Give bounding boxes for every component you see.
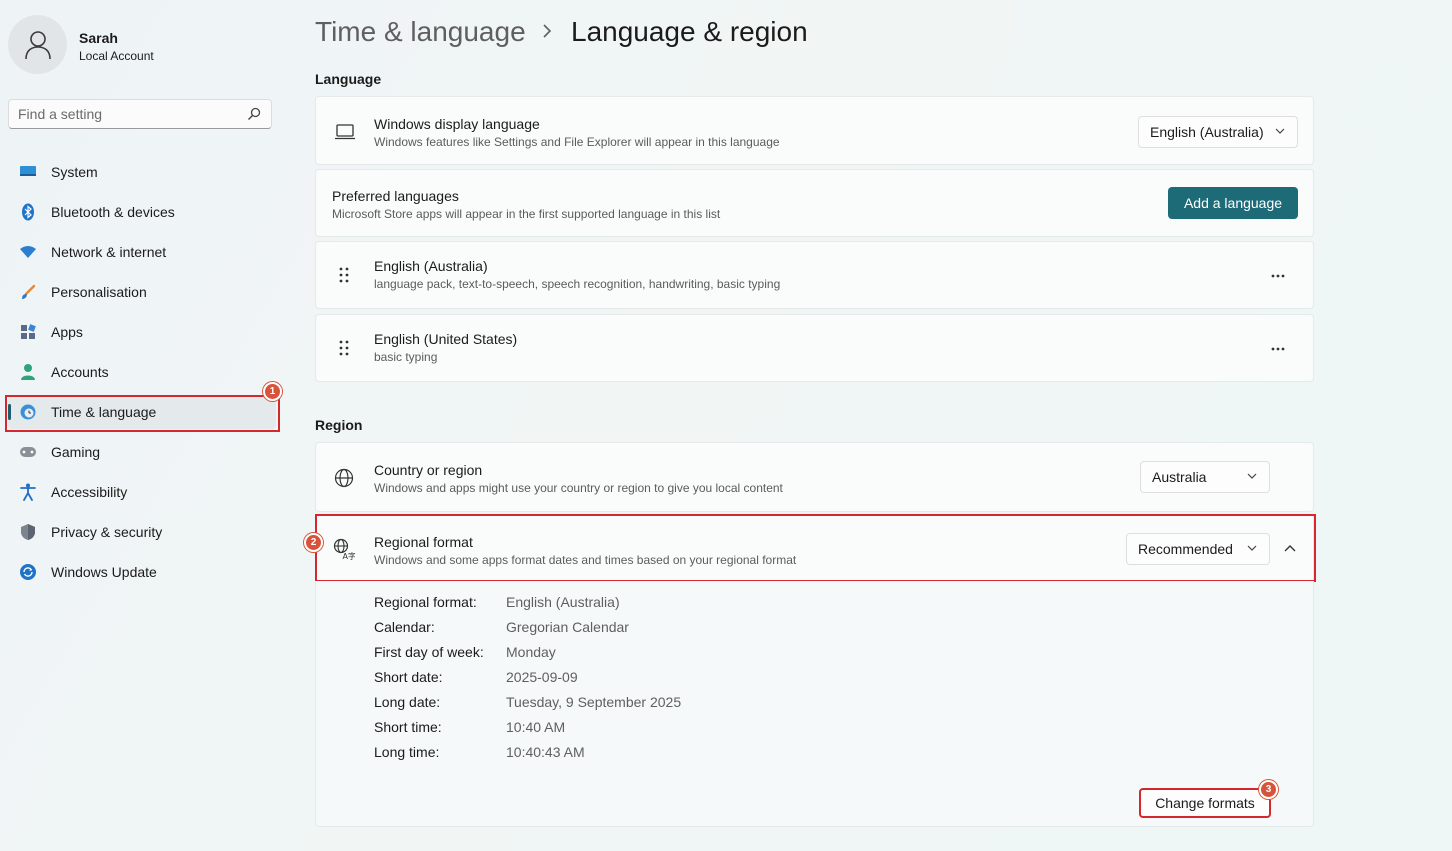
system-icon — [18, 162, 38, 182]
detail-label: Short time: — [374, 719, 442, 735]
avatar[interactable] — [8, 15, 67, 74]
breadcrumb-parent[interactable]: Time & language — [315, 16, 526, 48]
search-icon[interactable] — [247, 107, 261, 121]
detail-value: 2025-09-09 — [506, 669, 578, 685]
display-language-card: Windows display language Windows feature… — [315, 96, 1314, 165]
highlight-box-regional-format — [315, 514, 1316, 582]
country-region-dropdown[interactable]: Australia — [1140, 461, 1270, 493]
dropdown-value: Australia — [1152, 469, 1207, 485]
display-language-title: Windows display language — [374, 116, 540, 132]
section-title-language: Language — [315, 71, 382, 87]
sidebar-item-label: Accessibility — [51, 484, 128, 500]
user-name: Sarah — [79, 30, 118, 46]
section-title-region: Region — [315, 417, 363, 433]
user-icon — [24, 30, 51, 59]
detail-value: 10:40 AM — [506, 719, 566, 735]
chevron-right-icon — [543, 24, 552, 38]
detail-value: Monday — [506, 644, 556, 660]
change-formats-button[interactable]: Change formats — [1139, 788, 1271, 818]
detail-value: 10:40:43 AM — [506, 744, 585, 760]
more-options-icon[interactable] — [1271, 274, 1285, 278]
bluetooth-icon — [18, 202, 38, 222]
dropdown-value: English (Australia) — [1150, 124, 1264, 140]
sidebar-item-label: Privacy & security — [51, 524, 163, 540]
language-features: basic typing — [374, 350, 438, 364]
sidebar-item-apps[interactable]: Apps — [8, 315, 276, 349]
sidebar-item-bluetooth[interactable]: Bluetooth & devices — [8, 195, 276, 229]
annotation-badge-1: 1 — [263, 382, 282, 401]
detail-value: Tuesday, 9 September 2025 — [506, 694, 682, 710]
sidebar-item-label: Network & internet — [51, 244, 167, 260]
country-region-title: Country or region — [374, 462, 483, 478]
accounts-icon — [18, 362, 38, 382]
preferred-languages-description: Microsoft Store apps will appear in the … — [332, 207, 721, 221]
highlight-box-time-language — [5, 395, 280, 432]
sidebar-item-accounts[interactable]: Accounts — [8, 355, 276, 389]
more-options-icon[interactable] — [1271, 347, 1285, 351]
accessibility-icon — [18, 482, 38, 502]
globe-icon — [334, 468, 354, 488]
detail-label: First day of week: — [374, 644, 484, 660]
preferred-languages-card: Preferred languages Microsoft Store apps… — [315, 169, 1314, 237]
search-box[interactable] — [8, 99, 272, 129]
page-title: Language & region — [571, 16, 808, 47]
apps-icon — [18, 322, 38, 342]
sidebar-item-windows-update[interactable]: Windows Update — [8, 555, 276, 589]
sidebar-item-gaming[interactable]: Gaming — [8, 435, 276, 469]
update-icon — [18, 562, 38, 582]
gamepad-icon — [18, 442, 38, 462]
annotation-badge-2: 2 — [304, 533, 323, 552]
add-language-button[interactable]: Add a language — [1168, 187, 1298, 219]
sidebar-item-accessibility[interactable]: Accessibility — [8, 475, 276, 509]
preferred-languages-title: Preferred languages — [332, 188, 459, 204]
sidebar-item-label: System — [51, 164, 98, 180]
detail-value: English (Australia) — [506, 594, 620, 610]
detail-label: Short date: — [374, 669, 443, 685]
sidebar-item-label: Personalisation — [51, 284, 147, 300]
country-region-card: Country or region Windows and apps might… — [315, 442, 1314, 512]
sidebar-item-personalisation[interactable]: Personalisation — [8, 275, 276, 309]
drag-handle-icon[interactable] — [339, 267, 349, 283]
account-type: Local Account — [79, 49, 154, 63]
sidebar-item-label: Gaming — [51, 444, 101, 460]
language-name: English (Australia) — [374, 258, 488, 274]
sidebar-item-privacy[interactable]: Privacy & security — [8, 515, 276, 549]
display-language-description: Windows features like Settings and File … — [374, 135, 780, 149]
detail-label: Regional format: — [374, 594, 477, 610]
sidebar-item-label: Bluetooth & devices — [51, 204, 175, 220]
search-input[interactable] — [18, 106, 238, 122]
laptop-icon — [335, 124, 355, 140]
language-features: language pack, text-to-speech, speech re… — [374, 277, 781, 291]
detail-label: Long time: — [374, 744, 440, 760]
language-item-en-au: English (Australia) language pack, text-… — [315, 241, 1314, 309]
language-name: English (United States) — [374, 331, 518, 347]
detail-value: Gregorian Calendar — [506, 619, 629, 635]
chevron-down-icon — [1275, 128, 1285, 134]
drag-handle-icon[interactable] — [339, 340, 349, 356]
wifi-icon — [18, 242, 38, 262]
display-language-dropdown[interactable]: English (Australia) — [1138, 116, 1298, 148]
sidebar-item-label: Accounts — [51, 364, 109, 380]
sidebar-item-label: Apps — [51, 324, 83, 340]
sidebar-item-network[interactable]: Network & internet — [8, 235, 276, 269]
sidebar-item-system[interactable]: System — [8, 155, 276, 189]
sidebar-item-label: Windows Update — [51, 564, 157, 580]
brush-icon — [18, 282, 38, 302]
annotation-badge-3: 3 — [1259, 780, 1278, 799]
country-region-description: Windows and apps might use your country … — [374, 481, 783, 495]
language-item-en-us: English (United States) basic typing — [315, 314, 1314, 382]
chevron-down-icon — [1247, 473, 1257, 479]
shield-icon — [18, 522, 38, 542]
detail-label: Calendar: — [374, 619, 435, 635]
detail-label: Long date: — [374, 694, 441, 710]
